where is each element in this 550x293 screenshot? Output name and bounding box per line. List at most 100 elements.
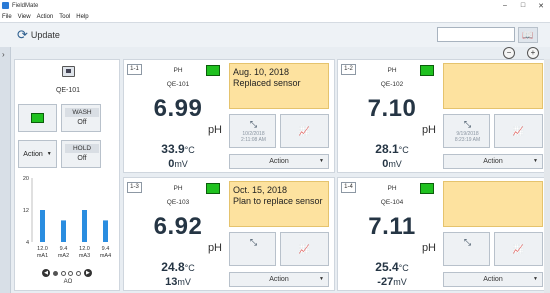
controller-name: QE-101 xyxy=(55,87,81,94)
channel-label: 1-1 xyxy=(127,64,142,75)
hold-button[interactable]: HOLD Off xyxy=(61,140,101,168)
y-tick-label: 4 xyxy=(26,240,29,246)
close-button[interactable]: ✕ xyxy=(532,0,550,11)
sensor-action-button[interactable]: Action ▼ xyxy=(443,154,543,169)
temperature-unit: °C xyxy=(398,263,409,273)
mv-reading: 0mV xyxy=(124,158,232,170)
temperature: 33.9°C xyxy=(124,142,232,156)
temperature: 28.1°C xyxy=(338,142,446,156)
sensor-status-led xyxy=(420,183,434,194)
ph-value: 7.11 xyxy=(368,213,416,240)
temperature-unit: °C xyxy=(398,145,409,155)
trend-button[interactable]: 📈 xyxy=(280,232,329,266)
book-icon: 📖 xyxy=(522,29,534,40)
mv-reading: 0mV xyxy=(338,158,446,170)
temperature-unit: °C xyxy=(184,145,195,155)
book-button[interactable]: 📖 xyxy=(518,27,538,43)
page-dot[interactable] xyxy=(52,270,58,276)
caret-down-icon: ▼ xyxy=(319,158,324,164)
sensor-type: PH xyxy=(387,67,397,74)
channel-label: 1-3 xyxy=(127,182,142,193)
temperature-value: 33.9 xyxy=(161,142,185,156)
sensor-note[interactable] xyxy=(443,63,543,109)
sensor-action-label: Action xyxy=(483,276,503,283)
x-tick-label: mA3 xyxy=(79,253,90,259)
sensor-action-button[interactable]: Action ▼ xyxy=(229,154,329,169)
controller-panel: QE-101 WASH Off Action ▼ HOLD Off 4 12 20 1… xyxy=(14,59,120,291)
page-dot[interactable] xyxy=(76,270,82,276)
side-panel-toggle[interactable]: › xyxy=(0,47,11,293)
sensor-panel: 1-2 PH QE-102 7.10 pH 28.1°C 0mV ⤡ 9/19/… xyxy=(337,59,549,173)
note-text: Replaced sensor xyxy=(233,78,301,88)
menu-view[interactable]: View xyxy=(18,14,31,20)
ph-value: 6.99 xyxy=(153,95,203,122)
ph-value: 6.92 xyxy=(153,213,203,240)
calibration-button[interactable]: ⤡ xyxy=(443,232,490,266)
menu-action[interactable]: Action xyxy=(37,14,54,20)
bar-mA1 xyxy=(40,210,45,242)
search-input[interactable] xyxy=(437,27,515,42)
maximize-button[interactable]: □ xyxy=(514,0,532,11)
mv-unit: mV xyxy=(174,159,188,169)
trend-button[interactable]: 📈 xyxy=(494,232,543,266)
trend-button[interactable]: 📈 xyxy=(280,114,329,148)
sensor-type: PH xyxy=(173,67,183,74)
minimize-button[interactable]: – xyxy=(496,0,514,11)
wash-state: Off xyxy=(77,119,87,126)
sensor-type: PH xyxy=(173,185,183,192)
calibration-date: 10/2/2018 2:11:08 AM xyxy=(241,131,266,143)
sensor-action-button[interactable]: Action ▼ xyxy=(443,272,543,287)
zoom-in-icon[interactable]: + xyxy=(527,47,539,59)
mv-value: -27 xyxy=(377,276,394,288)
trend-button[interactable]: 📈 xyxy=(494,114,543,148)
wash-button[interactable]: WASH Off xyxy=(61,104,101,132)
sensor-name: QE-104 xyxy=(380,199,404,206)
caret-down-icon: ▼ xyxy=(533,158,538,164)
sensor-action-label: Action xyxy=(483,158,503,165)
title-bar: FieldMate – □ ✕ xyxy=(0,0,550,11)
menu-help[interactable]: Help xyxy=(76,14,88,20)
channel-label: 1-4 xyxy=(341,182,356,193)
menu-file[interactable]: File xyxy=(2,14,12,20)
menu-tool[interactable]: Tool xyxy=(59,14,70,20)
sensor-note[interactable]: Oct. 15, 2018 Plan to replace sensor xyxy=(229,181,329,227)
caret-down-icon: ▼ xyxy=(319,276,324,282)
trend-chart-icon: 📈 xyxy=(298,243,311,254)
ph-unit: pH xyxy=(207,242,222,254)
ph-unit: pH xyxy=(421,242,436,254)
y-tick-label: 20 xyxy=(23,176,29,182)
bar-mA4 xyxy=(103,220,108,242)
sensor-status-led xyxy=(206,183,220,194)
x-tick-label: mA1 xyxy=(37,253,48,259)
app-icon xyxy=(2,2,9,9)
x-tick-label: mA4 xyxy=(100,253,111,259)
sensor-note[interactable]: Aug. 10, 2018 Replaced sensor xyxy=(229,63,329,109)
sensor-action-button[interactable]: Action ▼ xyxy=(229,272,329,287)
note-text: Plan to replace sensor xyxy=(233,196,323,206)
calibration-button[interactable]: ⤡ 9/19/2018 8:23:19 AM xyxy=(443,114,490,148)
bar-value-label: 12.0 xyxy=(79,246,90,252)
calibration-date: 9/19/2018 8:23:19 AM xyxy=(454,131,481,143)
controller-action-button[interactable]: Action ▼ xyxy=(18,140,57,168)
status-button[interactable] xyxy=(18,104,57,132)
ao-footer: ◀ ▶ AO xyxy=(15,268,121,292)
temperature-value: 28.1 xyxy=(375,142,399,156)
sensor-status-led xyxy=(420,65,434,76)
note-date: Aug. 10, 2018 xyxy=(233,67,290,77)
page-dot[interactable] xyxy=(68,270,74,276)
bar-mA3 xyxy=(82,210,87,242)
zoom-out-icon[interactable]: − xyxy=(503,47,515,59)
calibration-button[interactable]: ⤡ xyxy=(229,232,276,266)
page-dot[interactable] xyxy=(60,270,66,276)
prev-page-icon[interactable]: ◀ xyxy=(42,269,50,277)
status-led xyxy=(31,113,44,123)
sensor-status-led xyxy=(206,65,220,76)
trend-chart-icon: 📈 xyxy=(298,125,311,136)
update-button[interactable]: ⟳ Update xyxy=(17,28,60,42)
calibration-button[interactable]: ⤡ 10/2/2018 2:11:08 AM xyxy=(229,114,276,148)
sensor-action-label: Action xyxy=(269,276,289,283)
ph-value: 7.10 xyxy=(367,95,417,122)
sensor-note[interactable] xyxy=(443,181,543,227)
vertical-scrollbar[interactable] xyxy=(544,59,550,293)
next-page-icon[interactable]: ▶ xyxy=(83,269,92,277)
